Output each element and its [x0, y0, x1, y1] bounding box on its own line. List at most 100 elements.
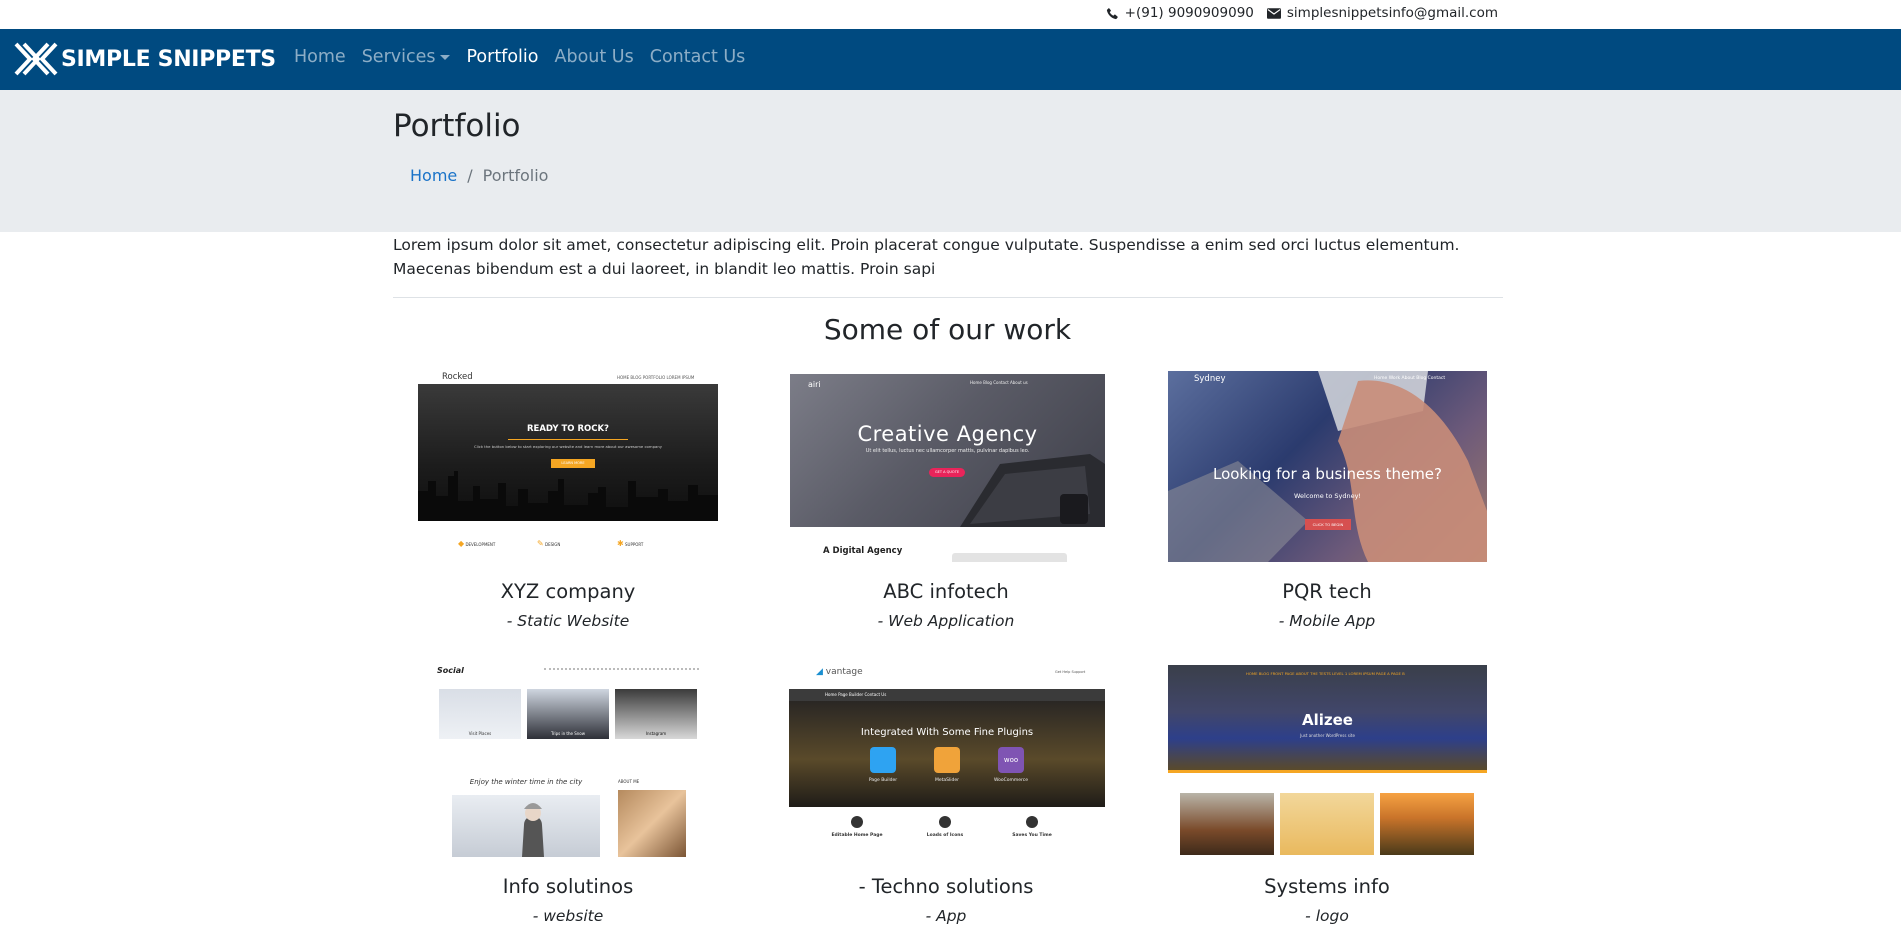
envelope-icon	[1266, 7, 1281, 19]
thumb-logo: airi	[808, 380, 821, 389]
brand-name: SIMPLE SNIPPETS	[61, 46, 276, 72]
caret-down-icon	[440, 54, 451, 60]
thumb-hero: READY TO ROCK? Click the button below to…	[418, 384, 718, 521]
thumb-text: Click the button below to start explorin…	[474, 444, 662, 449]
card-title: Info solutinos	[502, 875, 634, 898]
thumb-footer: A Digital Agency	[823, 546, 903, 556]
photo-visit-places: Visit Places	[439, 689, 521, 739]
thumbnail-social[interactable]: Social Visit Places Trips in the Snow In…	[434, 665, 702, 857]
metaslider-icon	[934, 747, 960, 773]
divider	[393, 297, 1503, 298]
brand-x-icon	[14, 42, 58, 76]
contact-info: +(91) 9090909090 simplesnippetsinfo@gmai…	[1106, 5, 1498, 21]
thumbnail-alizee[interactable]: HOME BLOG FRONT PAGE ABOUT THE TESTS LEV…	[1168, 665, 1487, 857]
thumb-button: CLICK TO BEGIN	[1305, 519, 1351, 530]
card-title: XYZ company	[500, 580, 636, 603]
photo-tractor	[1180, 793, 1274, 855]
thumb-nav: HOME BLOG PORTFOLIO LOREM IPSUM	[617, 375, 695, 380]
thumb-heading: Creative Agency	[857, 422, 1038, 446]
thumbnail-rocked[interactable]: Rocked HOME BLOG PORTFOLIO LOREM IPSUM R…	[418, 371, 718, 563]
thumb-about: ABOUT ME	[618, 779, 640, 784]
thumb-nav: Home Work About Blog Contact	[1374, 376, 1446, 381]
photo-about-me	[618, 790, 686, 857]
intro-text: Lorem ipsum dolor sit amet, consectetur …	[393, 236, 1460, 278]
thumb-hero: HOME BLOG FRONT PAGE ABOUT THE TESTS LEV…	[1168, 665, 1487, 770]
phone-contact[interactable]: +(91) 9090909090	[1106, 5, 1254, 21]
nav-contact[interactable]: Contact Us	[642, 47, 754, 67]
section-title: Some of our work	[823, 313, 1072, 346]
contact-bar: +(91) 9090909090 simplesnippetsinfo@gmai…	[0, 0, 1901, 29]
photo-winter-city	[452, 795, 600, 857]
card-subtitle: - Web Application	[877, 612, 1015, 630]
phone-number: +(91) 9090909090	[1124, 5, 1254, 21]
thumb-hero: airi Home Blog Contact About us Creative…	[790, 374, 1105, 527]
card-title: - Techno solutions	[858, 875, 1034, 898]
thumbnail-vantage[interactable]: ◢ vantage Get Help Support Home Page Bui…	[789, 665, 1105, 857]
photo-trips-snow: Trips in the Snow	[527, 689, 609, 739]
plugin-label: MetaSlider	[934, 778, 959, 783]
feature-support: ✱ SUPPORT	[617, 539, 644, 548]
feature-label: Loads of Icons	[926, 833, 964, 838]
breadcrumb-home[interactable]: Home	[410, 166, 457, 185]
laptop-image	[960, 454, 1105, 527]
brand-logo[interactable]: SIMPLE SNIPPETS	[14, 42, 276, 76]
main-navbar: SIMPLE SNIPPETS Home Services Portfolio …	[0, 29, 1901, 90]
page: +(91) 9090909090 simplesnippetsinfo@gmai…	[0, 0, 1901, 943]
email-contact[interactable]: simplesnippetsinfo@gmail.com	[1266, 5, 1498, 21]
thumb-post-title: Enjoy the winter time in the city	[469, 778, 583, 786]
feature-label: Saves You Time	[1012, 833, 1052, 838]
thumb-nav: Home Page Builder Contact Us	[825, 692, 887, 697]
feature-design: ✎ DESIGN	[537, 539, 561, 548]
plugin-label: WooCommerce	[993, 778, 1029, 783]
thumb-support: Get Help Support	[1055, 670, 1086, 674]
plugin-label: Page Builder	[868, 778, 898, 783]
page-header: Portfolio Home / Portfolio	[0, 90, 1901, 232]
card-subtitle: - Static Website	[506, 612, 630, 630]
thumb-logo: Social	[437, 666, 464, 675]
photo-instagram: Instagram	[615, 689, 697, 739]
nav-portfolio[interactable]: Portfolio	[458, 47, 546, 67]
thumb-button: GET A QUOTE	[929, 468, 965, 477]
nav-links: Home Services Portfolio About Us Contact…	[286, 47, 753, 67]
nav-home[interactable]: Home	[286, 47, 354, 67]
photo-girl	[1280, 793, 1374, 855]
card-subtitle: - Mobile App	[1278, 612, 1376, 630]
photo-sunset	[1380, 793, 1474, 855]
breadcrumb-current: Portfolio	[482, 166, 549, 185]
breadcrumb: Home / Portfolio	[410, 166, 548, 185]
thumb-heading: Looking for a business theme?	[1212, 465, 1442, 483]
page-builder-icon	[870, 747, 896, 773]
nav-about[interactable]: About Us	[546, 47, 641, 67]
thumb-hero: Integrated With Some Fine Plugins woo Pa…	[789, 701, 1105, 807]
card-title: PQR tech	[1282, 580, 1372, 603]
thumb-button: LEARN MORE	[551, 459, 595, 468]
nav-services-label: Services	[361, 47, 436, 67]
thumb-logo: Sydney	[1194, 374, 1226, 384]
thumb-text: Just another WordPress site	[1300, 733, 1355, 738]
card-subtitle: - website	[532, 907, 604, 925]
thumb-heading: READY TO ROCK?	[527, 424, 609, 434]
thumb-heading: Alizee	[1302, 711, 1353, 729]
thumb-nav: HOME BLOG FRONT PAGE ABOUT THE TESTS LEV…	[1246, 671, 1405, 676]
card-subtitle: - App	[925, 907, 967, 925]
email-address: simplesnippetsinfo@gmail.com	[1286, 5, 1498, 21]
thumb-heading: Integrated With Some Fine Plugins	[860, 727, 1034, 738]
thumbnail-airi[interactable]: airi Home Blog Contact About us Creative…	[790, 374, 1105, 562]
thumb-logo: Rocked	[442, 372, 473, 382]
card-title: Systems info	[1264, 875, 1390, 898]
breadcrumb-separator: /	[467, 166, 473, 185]
card-subtitle: - logo	[1305, 907, 1349, 925]
city-skyline-image	[418, 471, 718, 521]
card-title: ABC infotech	[883, 580, 1009, 603]
woocommerce-icon: woo	[998, 747, 1024, 773]
thumb-text: Welcome to Sydney!	[1293, 492, 1362, 500]
thumb-text: Ut elit tellus, luctus nec ullamcorper m…	[865, 448, 1030, 454]
thumbnail-sydney[interactable]: Sydney Home Work About Blog Contact Look…	[1168, 371, 1487, 562]
feature-development: ◆ DEVELOPMENT	[458, 539, 496, 548]
phone-icon	[1106, 7, 1118, 19]
thumb-nav: Home Blog Contact About us	[970, 380, 1028, 385]
page-title: Portfolio	[393, 108, 521, 144]
nav-services[interactable]: Services	[354, 47, 459, 67]
thumb-logo: ◢ vantage	[816, 667, 863, 677]
feature-label: Editable Home Page	[831, 833, 883, 838]
